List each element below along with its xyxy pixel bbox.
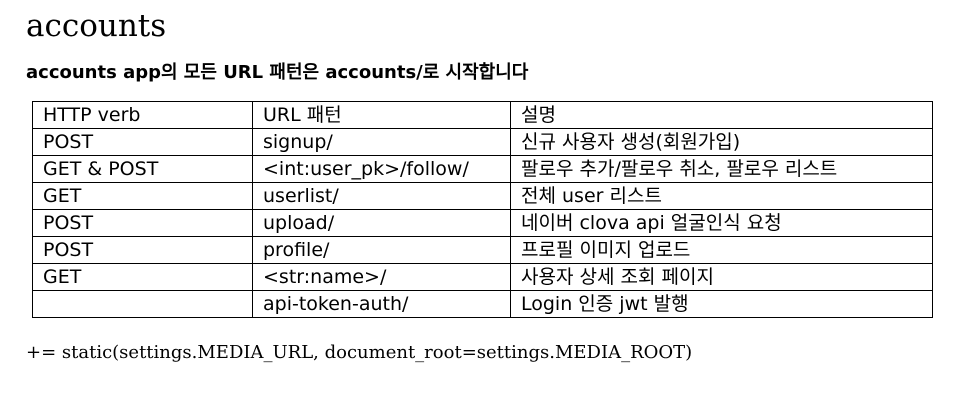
description-cell: Login 인증 jwt 발행: [510, 290, 933, 318]
description-cell: 프로필 이미지 업로드: [510, 236, 933, 264]
table-row: GET userlist/ 전체 user 리스트: [32, 182, 933, 210]
description-cell: 네이버 clova api 얼굴인식 요청: [510, 209, 933, 237]
page-subtitle: accounts app의 모든 URL 패턴은 accounts/로 시작합니…: [26, 62, 529, 83]
url-pattern-cell: upload/: [252, 209, 511, 237]
static-url-code-line: += static(settings.MEDIA_URL, document_r…: [26, 342, 693, 363]
url-pattern-cell: signup/: [252, 128, 511, 156]
header-description: 설명: [510, 101, 933, 129]
http-verb-cell: POST: [32, 209, 253, 237]
page-title: accounts: [26, 8, 167, 44]
http-verb-cell: [32, 290, 253, 318]
description-cell: 전체 user 리스트: [510, 182, 933, 210]
table-row: GET <str:name>/ 사용자 상세 조회 페이지: [32, 263, 933, 291]
table-header-row: HTTP verb URL 패턴 설명: [32, 101, 933, 129]
http-verb-cell: GET: [32, 182, 253, 210]
url-pattern-cell: <int:user_pk>/follow/: [252, 155, 511, 183]
description-cell: 팔로우 추가/팔로우 취소, 팔로우 리스트: [510, 155, 933, 183]
url-pattern-table: HTTP verb URL 패턴 설명 POST signup/ 신규 사용자 …: [32, 101, 933, 318]
url-pattern-cell: userlist/: [252, 182, 511, 210]
http-verb-cell: GET & POST: [32, 155, 253, 183]
url-pattern-cell: api-token-auth/: [252, 290, 511, 318]
table-row: GET & POST <int:user_pk>/follow/ 팔로우 추가/…: [32, 155, 933, 183]
description-cell: 신규 사용자 생성(회원가입): [510, 128, 933, 156]
url-pattern-cell: profile/: [252, 236, 511, 264]
table-row: POST upload/ 네이버 clova api 얼굴인식 요청: [32, 209, 933, 237]
http-verb-cell: POST: [32, 128, 253, 156]
table-row: POST profile/ 프로필 이미지 업로드: [32, 236, 933, 264]
header-url-pattern: URL 패턴: [252, 101, 511, 129]
description-cell: 사용자 상세 조회 페이지: [510, 263, 933, 291]
url-pattern-cell: <str:name>/: [252, 263, 511, 291]
http-verb-cell: GET: [32, 263, 253, 291]
table-row: api-token-auth/ Login 인증 jwt 발행: [32, 290, 933, 318]
table-row: POST signup/ 신규 사용자 생성(회원가입): [32, 128, 933, 156]
header-http-verb: HTTP verb: [32, 101, 253, 129]
http-verb-cell: POST: [32, 236, 253, 264]
